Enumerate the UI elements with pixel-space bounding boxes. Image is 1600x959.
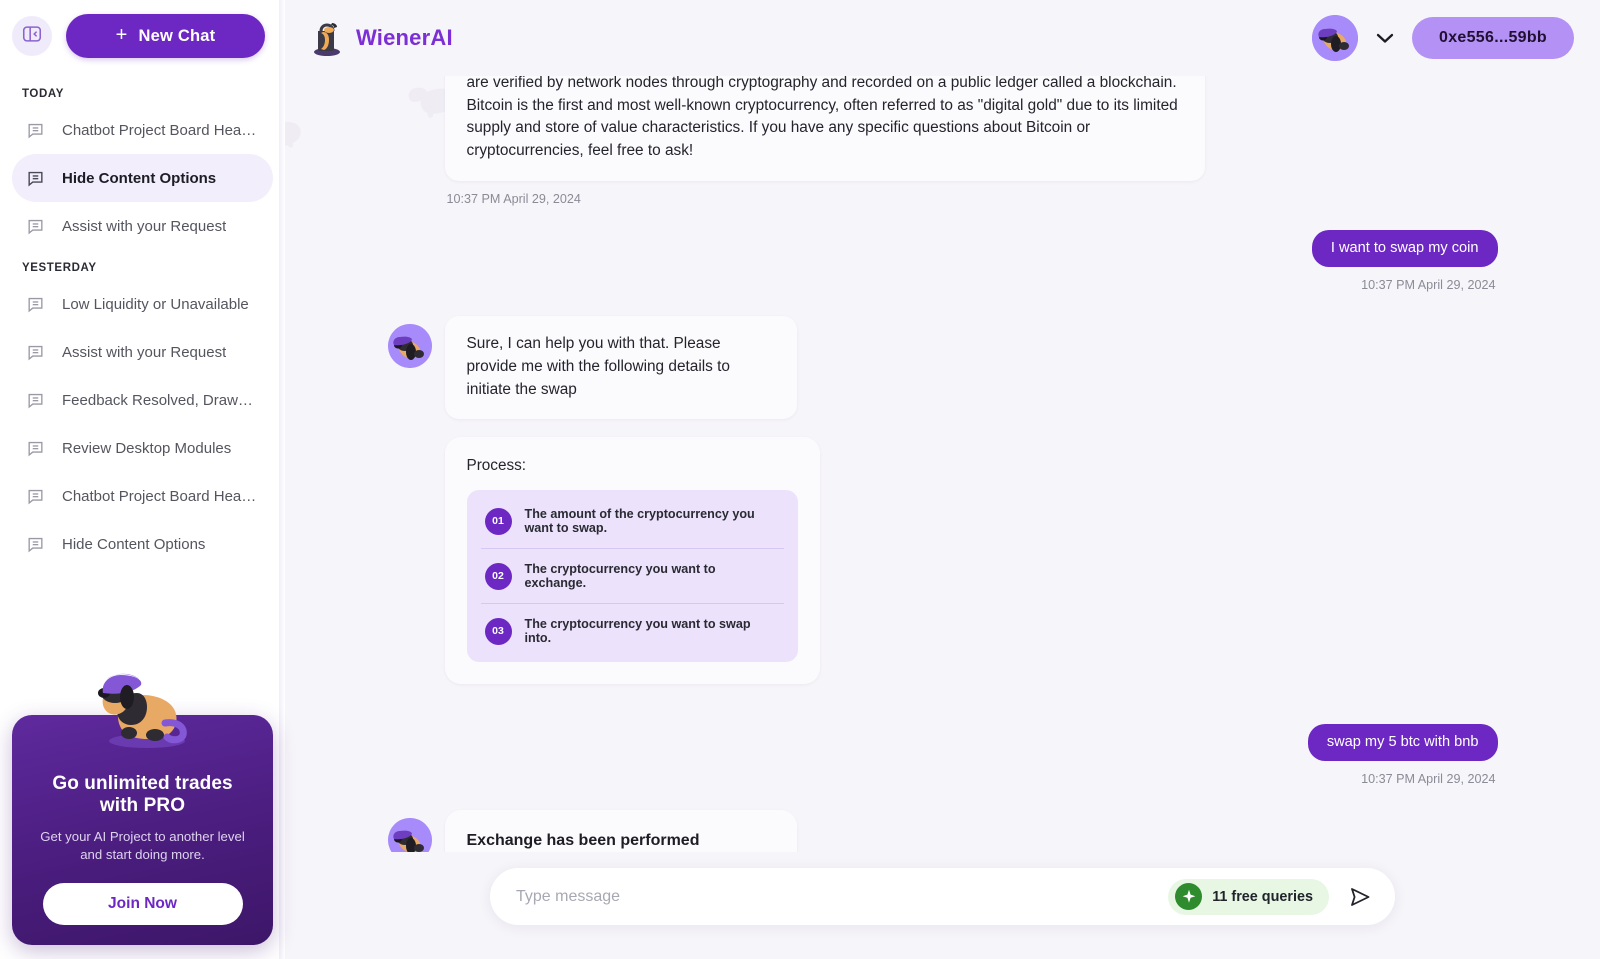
process-card-title: Process: (466, 457, 527, 475)
process-step-text: The amount of the cryptocurrency you wan… (524, 507, 755, 536)
sidebar-item-chatbot-project-board-heading-2[interactable]: Chatbot Project Board Heading (12, 472, 273, 520)
message-timestamp: 10:37 PM April 29, 2024 (1361, 772, 1496, 787)
sidebar-item-label: Chatbot Project Board Heading (62, 487, 259, 505)
process-step-text: The cryptocurrency you want to swap into… (524, 617, 751, 646)
top-bar-right: 0xe556...59bb (1312, 15, 1574, 61)
wallet-address-button[interactable]: 0xe556...59bb (1412, 17, 1574, 59)
promo-card: Go unlimited trades with PRO Get your AI… (12, 714, 273, 945)
promo-subtitle: Get your AI Project to another level and… (40, 829, 245, 863)
user-avatar-icon (1312, 15, 1359, 61)
join-now-button[interactable]: Join Now (42, 883, 243, 925)
chat-bubble-icon (26, 487, 45, 506)
sidebar-item-assist-with-your-request[interactable]: Assist with your Request (12, 202, 273, 250)
bot-message-bubble: Sure, I can help you with that. Please p… (444, 315, 797, 420)
promo-title-line1: Go unlimited trades (52, 772, 233, 794)
chat-bubble-icon (26, 295, 45, 314)
new-chat-label: New Chat (138, 26, 216, 45)
user-message-bubble: swap my 5 btc with bnb (1307, 724, 1498, 762)
message-composer[interactable]: 11 free queries (490, 868, 1395, 925)
sidebar-item-label: Hide Content Options (62, 535, 206, 553)
user-message-bubble: I want to swap my coin (1311, 229, 1498, 267)
sidebar-item-label: Hide Content Options (62, 169, 217, 187)
process-step-text: The cryptocurrency you want to exchange. (524, 562, 716, 591)
bot-avatar-icon (387, 323, 432, 368)
top-bar: WienerAI 0xe556...59bb (285, 0, 1600, 76)
exchange-result-text: Exchange has been performed successfully… (466, 832, 700, 850)
sidebar-header: + New Chat (0, 0, 285, 68)
bot-message-text: allowing for peer-to-peer transactions w… (466, 76, 1178, 160)
sidebar-item-chatbot-project-board-heading[interactable]: Chatbot Project Board Heading (12, 106, 273, 154)
message-row-bot-intro: allowing for peer-to-peer transactions w… (388, 76, 1498, 181)
bot-message-text: Sure, I can help you with that. Please p… (466, 334, 731, 398)
send-icon (1351, 887, 1370, 906)
chat-bubble-icon (26, 343, 45, 362)
process-card: Process: 01 The amount of the cryptocurr… (444, 437, 820, 685)
sidebar-collapse-icon (21, 23, 43, 50)
exchange-result-card: Exchange has been performed successfully… (444, 810, 797, 852)
chevron-down-icon (1376, 33, 1394, 43)
sparkle-icon (1175, 883, 1203, 910)
promo-banner: Go unlimited trades with PRO Get your AI… (0, 673, 285, 959)
bot-avatar (387, 323, 432, 368)
wiener-dog-logo-icon (314, 23, 340, 56)
process-step: 01 The amount of the cryptocurrency you … (480, 494, 784, 550)
sidebar-item-review-desktop-modules[interactable]: Review Desktop Modules (12, 424, 273, 472)
chat-history-list[interactable]: TODAY Chatbot Project Board Heading Hide… (0, 68, 285, 715)
sidebar: + New Chat TODAY Chatbot Project Board H… (0, 0, 285, 959)
promo-title-line2: with PRO (99, 794, 186, 816)
chat-bubble-icon (26, 217, 45, 236)
sidebar-item-hide-content-options[interactable]: Hide Content Options (12, 154, 273, 202)
new-chat-button[interactable]: + New Chat (66, 14, 265, 58)
free-queries-badge[interactable]: 11 free queries (1168, 878, 1329, 915)
process-step-number: 02 (484, 562, 512, 590)
process-step: 02 The cryptocurrency you want to exchan… (480, 549, 784, 605)
message-row-user-2: swap my 5 btc with bnb (388, 724, 1498, 762)
account-dropdown-button[interactable] (1372, 28, 1398, 48)
message-timestamp: 10:37 PM April 29, 2024 (1361, 277, 1496, 292)
process-step-number: 03 (484, 617, 512, 645)
group-label-yesterday: YESTERDAY (22, 262, 97, 274)
group-label-today: TODAY (22, 88, 64, 100)
composer-area: 11 free queries (285, 852, 1600, 959)
chat-bubble-icon (26, 439, 45, 458)
message-row-exchange-result: Exchange has been performed successfully… (387, 810, 1498, 852)
sidebar-item-label: Chatbot Project Board Heading (62, 121, 259, 139)
send-button[interactable] (1341, 878, 1379, 916)
bot-message-bubble: allowing for peer-to-peer transactions w… (444, 76, 1205, 181)
user-avatar-button[interactable] (1312, 15, 1359, 61)
sidebar-item-label: Assist with your Request (62, 217, 227, 235)
sidebar-collapse-button[interactable] (12, 16, 52, 56)
chat-bubble-icon (26, 169, 45, 188)
free-queries-label: 11 free queries (1212, 888, 1313, 905)
main-panel: WienerAI 0xe556...59bb are verified by n… (285, 0, 1600, 959)
sidebar-item-hide-content-options-2[interactable]: Hide Content Options (12, 520, 273, 568)
sidebar-item-assist-with-your-request-2[interactable]: Assist with your Request (12, 328, 273, 376)
message-row-bot-swap-help: Sure, I can help you with that. Please p… (387, 315, 1498, 685)
sidebar-item-label: Feedback Resolved, Drawer In (62, 391, 259, 409)
sidebar-item-feedback-resolved-drawer-in[interactable]: Feedback Resolved, Drawer In (12, 376, 273, 424)
app-root: + New Chat TODAY Chatbot Project Board H… (0, 0, 1600, 959)
message-timestamp: 10:37 PM April 29, 2024 (446, 191, 581, 206)
message-input[interactable] (516, 887, 1169, 906)
sidebar-item-low-liquidity-or-unavailable[interactable]: Low Liquidity or Unavailable (12, 280, 273, 328)
brand[interactable]: WienerAI (309, 19, 453, 57)
chat-bubble-icon (26, 121, 45, 140)
process-step-number: 01 (484, 507, 512, 535)
process-step: 03 The cryptocurrency you want to swap i… (481, 604, 784, 658)
sidebar-item-label: Assist with your Request (62, 343, 227, 361)
sidebar-item-label: Low Liquidity or Unavailable (62, 295, 249, 313)
bot-avatar-icon (387, 818, 432, 852)
bot-avatar (387, 818, 432, 852)
brand-name: WienerAI (356, 25, 453, 50)
process-step-list: 01 The amount of the cryptocurrency you … (466, 490, 798, 663)
chat-bubble-icon (26, 535, 45, 554)
promo-title: Go unlimited trades with PRO (30, 773, 255, 818)
chat-bubble-icon (26, 391, 45, 410)
message-row-user-1: I want to swap my coin (388, 229, 1498, 267)
sidebar-item-label: Review Desktop Modules (62, 439, 232, 457)
plus-icon: + (115, 24, 128, 46)
chat-message-list[interactable]: allowing for peer-to-peer transactions w… (285, 76, 1600, 852)
